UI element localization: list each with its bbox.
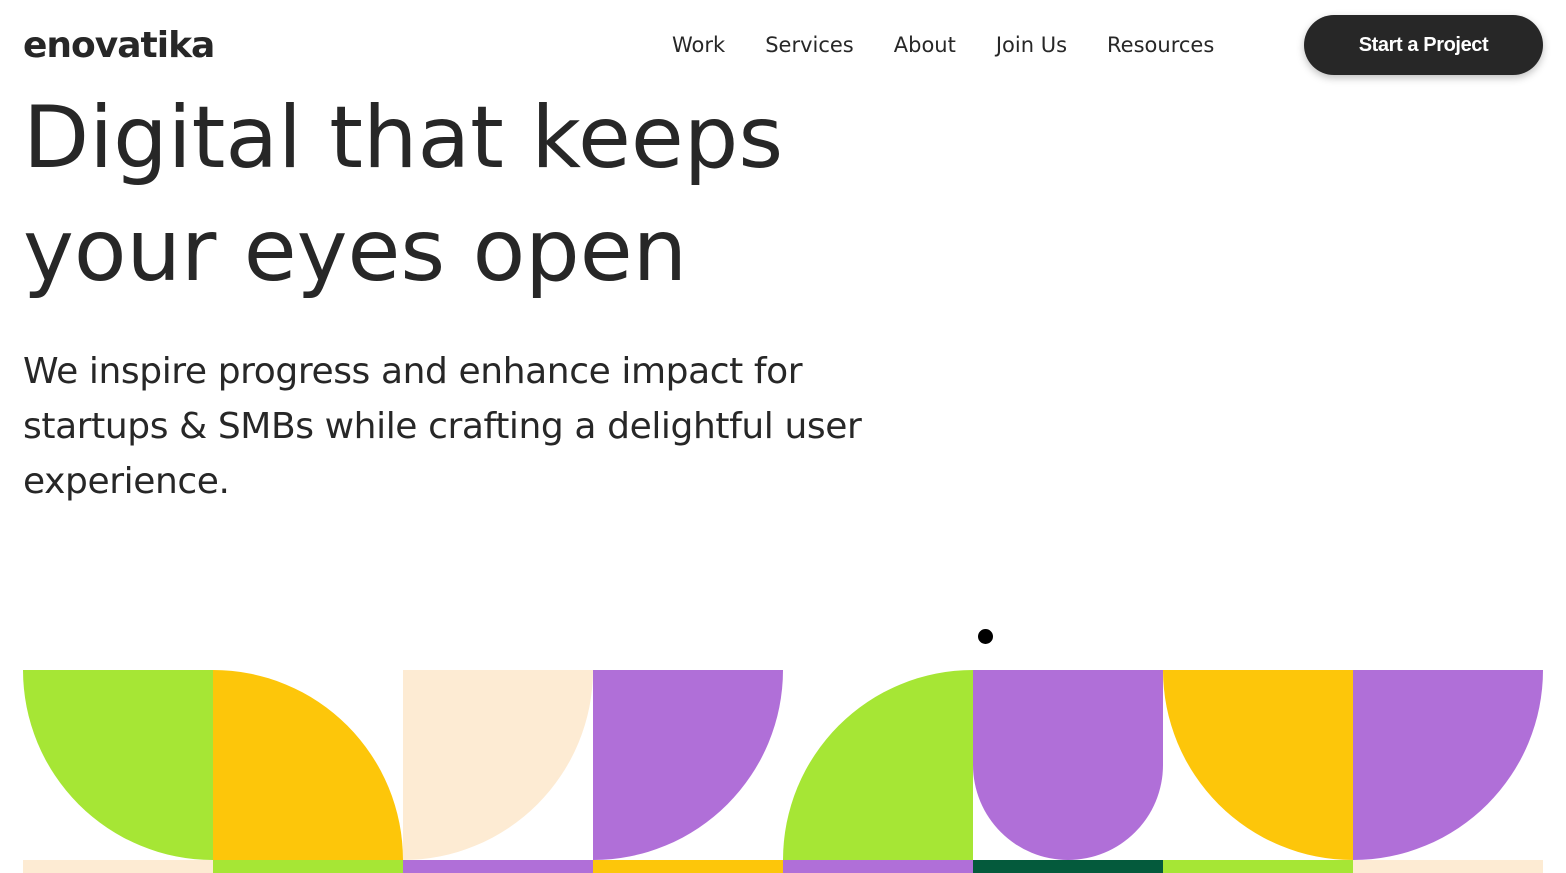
decorative-tile-lower [783,860,973,873]
start-project-button[interactable]: Start a Project [1304,15,1543,75]
tile-shape [403,670,593,860]
decorative-tile-lower [973,860,1163,873]
nav-link-about[interactable]: About [894,30,956,60]
hero-title-line-2: your eyes open [23,201,688,301]
decorative-tile [783,670,973,860]
decorative-tile-lower [403,860,593,873]
tile-shape [783,670,973,860]
decorative-tile [1353,670,1543,860]
hero-title: Digital that keeps your eyes open [23,82,923,308]
nav-link-join-us[interactable]: Join Us [996,30,1067,60]
hero-subtitle: We inspire progress and enhance impact f… [23,351,862,502]
tile-shape [1353,670,1543,860]
decorative-tile-lower [213,860,403,873]
tile-shape [1163,670,1353,860]
nav-link-services[interactable]: Services [765,30,854,60]
decorative-tile-lower [23,860,213,873]
nav-link-resources[interactable]: Resources [1107,30,1214,60]
decorative-tile [213,670,403,860]
main-nav: Work Services About Join Us Resources [650,30,1254,60]
hero-title-line-1: Digital that keeps [23,88,784,188]
tile-shape [593,670,783,860]
cursor-dot [978,629,993,644]
decorative-tile-lower [1163,860,1353,873]
decorative-tile-lower [593,860,783,873]
decorative-tile [403,670,593,860]
decorative-tile [23,670,213,860]
tile-shape [973,670,1163,860]
tile-shape [213,670,403,860]
logo[interactable]: enovatika [23,24,215,68]
decorative-tile [593,670,783,860]
decorative-tile-lower [1353,860,1543,873]
page: enovatika Work Services About Join Us Re… [0,0,1566,873]
decorative-tile [973,670,1163,860]
decorative-tile [1163,670,1353,860]
decorative-tile-grid [23,670,1543,873]
tile-shape [23,670,213,860]
nav-link-work[interactable]: Work [672,30,725,60]
